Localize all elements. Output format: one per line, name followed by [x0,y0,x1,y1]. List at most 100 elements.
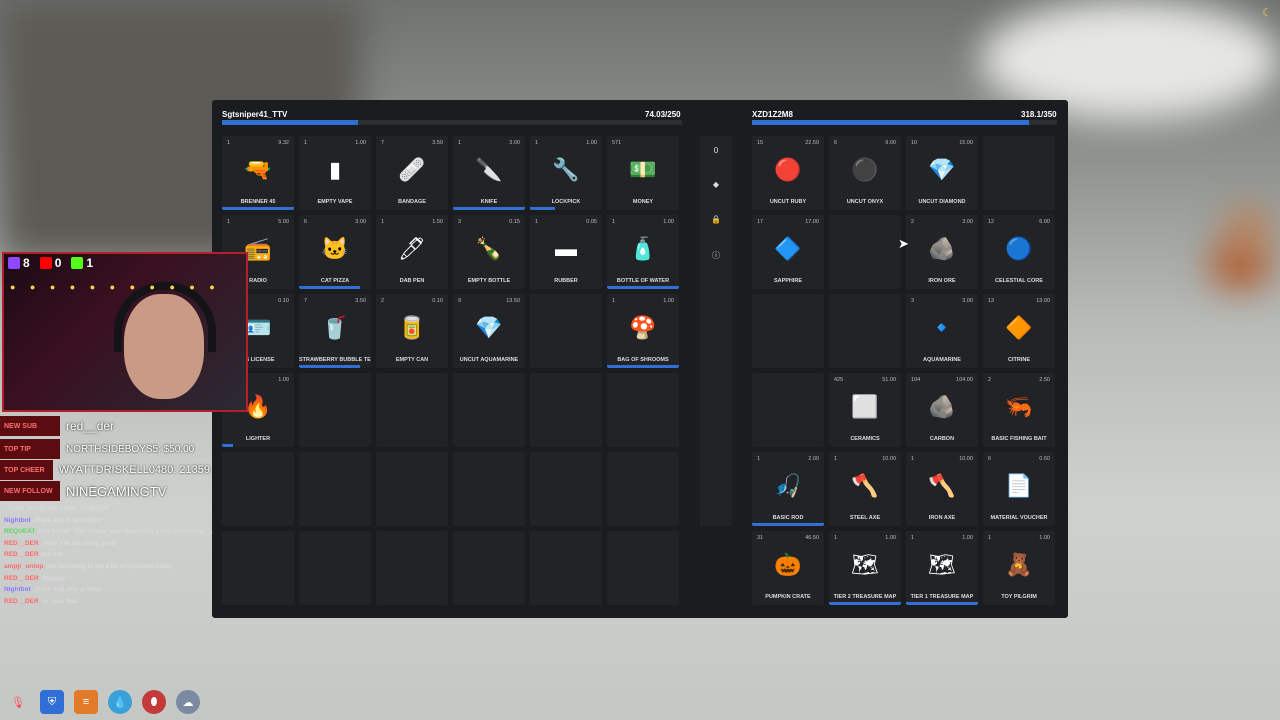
empty-slot[interactable] [607,452,679,526]
item-name: EMPTY BOTTLE [467,278,511,284]
empty-slot[interactable] [607,373,679,447]
empty-slot[interactable] [530,294,602,368]
item-slot-rubber[interactable]: 1 0.05 ▬ RUBBER [530,215,602,289]
item-slot-material-voucher[interactable]: 6 0.60 📄 MATERIAL VOUCHER [983,452,1055,526]
knife-icon: 🔪 [475,157,503,182]
can-icon: 🥫 [398,315,426,340]
empty-slot[interactable] [829,294,901,368]
item-slot-cat-pizza[interactable]: 6 3.00 🐱 CAT PIZZA [299,215,371,289]
item-slot-carbon[interactable]: 104 104.00 🪨 CARBON [906,373,978,447]
item-slot-sapphire[interactable]: 17 17.00 🔷 SAPPHIRE [752,215,824,289]
item-slot-pumpkin-crate[interactable]: 31 46.50 🎃 PUMPKIN CRATE [752,531,824,605]
item-weight: 13.50 [506,298,520,304]
twitch-viewers: 8 [8,256,30,270]
item-slot-tier-2-treasure-map[interactable]: 1 1.00 🗺 TIER 2 TREASURE MAP [829,531,901,605]
chat-message: Thank you for the follow, REQUEAT [4,503,214,515]
health-icon[interactable]: ⬮ [142,690,166,714]
item-slot-lockpick[interactable]: 1 1.00 🔧 LOCKPICK [530,136,602,210]
top-cheer-event: TOP CHEER WYATTDRISKELL0480: 21359 [0,460,210,480]
shield-icon[interactable]: ⛨ [40,690,64,714]
headset-icon [114,282,216,352]
item-slot-celestial-core[interactable]: 12 6.00 🔵 CELESTIAL CORE [983,215,1055,289]
item-slot-empty-bottle[interactable]: 3 0.15 🍾 EMPTY BOTTLE [453,215,525,289]
empty-slot[interactable] [607,531,679,605]
pistol-icon: 🔫 [244,157,272,182]
lock-icon[interactable]: 🔒 [700,215,732,224]
item-weight: 10.00 [882,456,896,462]
item-slot-uncut-ruby[interactable]: 15 22.50 🔴 UNCUT RUBY [752,136,824,210]
durability-bar [299,286,361,289]
item-slot-dab-pen[interactable]: 1 1.50 🖊 DAB PEN [376,215,448,289]
item-name: UNCUT AQUAMARINE [459,357,519,363]
onyx-icon: ⚫ [851,157,879,182]
item-slot-uncut-onyx[interactable]: 6 9.00 ⚫ UNCUT ONYX [829,136,901,210]
empty-slot[interactable] [530,531,602,605]
item-slot-knife[interactable]: 1 3.00 🔪 KNIFE [453,136,525,210]
empty-slot[interactable] [299,531,371,605]
item-name: KNIFE [480,199,498,205]
item-slot-bandage[interactable]: 7 3.50 🩹 BANDAGE [376,136,448,210]
item-slot-tier-1-treasure-map[interactable]: 1 1.00 🗺 TIER 1 TREASURE MAP [906,531,978,605]
item-slot-empty-can[interactable]: 2 0.10 🥫 EMPTY CAN [376,294,448,368]
empty-slot[interactable] [376,373,448,447]
empty-slot[interactable] [299,373,371,447]
item-slot-toy-pilgrim[interactable]: 1 1.00 🧸 TOY PILGRIM [983,531,1055,605]
item-quantity: 1 [612,298,616,304]
item-slot-basic-rod[interactable]: 1 2.00 🎣 BASIC ROD [752,452,824,526]
item-slot-aquamarine[interactable]: 3 3.00 🔹 AQUAMARINE [906,294,978,368]
item-slot-uncut-aquamarine[interactable]: 9 13.50 💎 UNCUT AQUAMARINE [453,294,525,368]
water-icon[interactable]: 💧 [108,690,132,714]
item-slot-bag-of-shrooms[interactable]: 1 1.00 🍄 BAG OF SHROOMS [607,294,679,368]
shirt-icon[interactable]: ◆ [700,180,732,189]
durability-bar [906,602,978,605]
string-lights: ● ● ● ● ● ● ● ● ● ● ● [10,282,221,292]
cloud-icon[interactable]: ☁ [176,690,200,714]
info-icon[interactable]: ⓘ [700,250,732,261]
empty-slot[interactable] [376,531,448,605]
empty-slot[interactable] [376,452,448,526]
item-slot-brenner-45[interactable]: 1 9.32 🔫 BRENNER 45 [222,136,294,210]
item-slot-bottle-of-water[interactable]: 1 1.00 🧴 BOTTLE OF WATER [607,215,679,289]
item-slot-iron-axe[interactable]: 1 10.00 🪓 IRON AXE [906,452,978,526]
microphone-icon[interactable]: 🎙 [6,690,30,714]
empty-slot[interactable] [222,531,294,605]
item-quantity: 1 [757,456,761,462]
empty-slot[interactable] [530,452,602,526]
item-weight: 1.50 [432,219,443,225]
empty-slot[interactable] [752,294,824,368]
platform-stats: 8 0 1 [8,256,93,270]
item-weight: 3.00 [962,298,973,304]
item-slot-ceramics[interactable]: 425 51.00 ⬜ CERAMICS [829,373,901,447]
item-weight: 3.00 [962,219,973,225]
empty-slot[interactable] [453,531,525,605]
item-quantity: 15 [757,140,764,146]
item-name: UNCUT ONYX [846,199,884,205]
item-slot-basic-fishing-bait[interactable]: 2 2.50 🦐 BASIC FISHING BAIT [983,373,1055,447]
empty-slot[interactable] [530,373,602,447]
item-slot-steel-axe[interactable]: 1 10.00 🪓 STEEL AXE [829,452,901,526]
item-name: BANDAGE [398,199,426,205]
item-slot-iron-ore[interactable]: 2 3.00 🪨 IRON ORE [906,215,978,289]
item-quantity: 1 [612,219,616,225]
empty-slot[interactable] [453,452,525,526]
top-tip-event: TOP TIP NORTHSIDEBOYS5: $50.00 [0,439,210,459]
durability-bar [607,365,679,368]
item-slot-uncut-diamond[interactable]: 10 15.00 💎 UNCUT DIAMOND [906,136,978,210]
item-quantity: 1 [227,219,231,225]
kick-viewers: 1 [71,256,93,270]
item-weight: 104.00 [956,377,973,383]
empty-slot[interactable] [752,373,824,447]
container-weight-bar [752,120,1057,125]
empty-slot[interactable] [983,136,1055,210]
item-slot-strawberry-bubble-tea[interactable]: 7 3.50 🥤 STRAWBERRY BUBBLE TEA [299,294,371,368]
menu-icon[interactable]: ≡ [74,690,98,714]
item-slot-empty-vape[interactable]: 1 1.00 ▮ EMPTY VAPE [299,136,371,210]
empty-slot[interactable] [299,452,371,526]
item-name: EMPTY CAN [395,357,429,363]
item-slot-citrine[interactable]: 13 13.00 🔶 CITRINE [983,294,1055,368]
item-slot-money[interactable]: 571 💵 MONEY [607,136,679,210]
empty-slot[interactable] [829,215,901,289]
empty-slot[interactable] [453,373,525,447]
item-quantity: 1 [988,535,992,541]
empty-slot[interactable] [222,452,294,526]
